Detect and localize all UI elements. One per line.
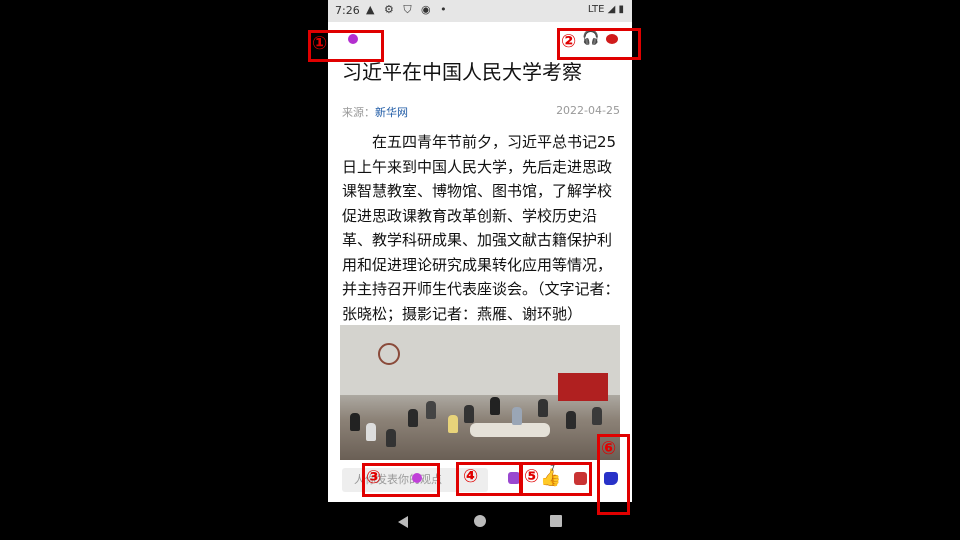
article-meta: 来源：新华网 2022-04-25	[342, 104, 620, 120]
network-label: LTE	[587, 4, 605, 15]
photo-person	[592, 407, 602, 425]
photo-person	[538, 399, 548, 417]
status-network: LTE ◢ ▮	[587, 4, 624, 15]
photo-person	[350, 413, 360, 431]
article-body: 在五四青年节前夕，习近平总书记25日上午来到中国人民大学，先后走进思政课智慧教室…	[342, 130, 622, 326]
annotation-label-5: ⑤	[524, 466, 540, 487]
photo-person	[566, 411, 576, 429]
photo-desk	[470, 423, 550, 437]
home-icon[interactable]	[474, 515, 486, 527]
annotation-label-6: ⑥	[601, 438, 617, 459]
annotation-label-3: ③	[366, 467, 382, 488]
article-paragraph: 在五四青年节前夕，习近平总书记25日上午来到中国人民大学，先后走进思政课智慧教室…	[342, 133, 620, 323]
photo-person	[464, 405, 474, 423]
source-prefix: 来源：	[342, 106, 375, 119]
photo-person	[512, 407, 522, 425]
status-notification-icons: ▲ ⚙ ⛉ ◉ •	[366, 3, 450, 16]
phone-screen: 7:26 ▲ ⚙ ⛉ ◉ • LTE ◢ ▮ 🎧 习近平在中国人民大学考察 来源…	[328, 0, 632, 540]
photo-person	[448, 415, 458, 433]
photo-red-screen	[558, 373, 608, 401]
article-photo[interactable]	[340, 325, 620, 460]
photo-person	[426, 401, 436, 419]
annotation-label-4: ④	[463, 466, 479, 487]
article-date: 2022-04-25	[556, 104, 620, 117]
photo-person	[408, 409, 418, 427]
status-time: 7:26	[335, 4, 360, 17]
source-link[interactable]: 新华网	[375, 106, 408, 119]
photo-person	[366, 423, 376, 441]
status-bar: 7:26 ▲ ⚙ ⛉ ◉ • LTE ◢ ▮	[328, 0, 632, 22]
photo-seal-emblem	[378, 343, 400, 365]
photo-person	[490, 397, 500, 415]
recent-apps-icon[interactable]	[550, 515, 562, 527]
system-nav-bar	[328, 502, 632, 540]
photo-person	[386, 429, 396, 447]
annotation-label-2: ②	[561, 31, 577, 52]
back-icon[interactable]	[398, 516, 408, 528]
annotation-label-1: ①	[312, 33, 328, 54]
